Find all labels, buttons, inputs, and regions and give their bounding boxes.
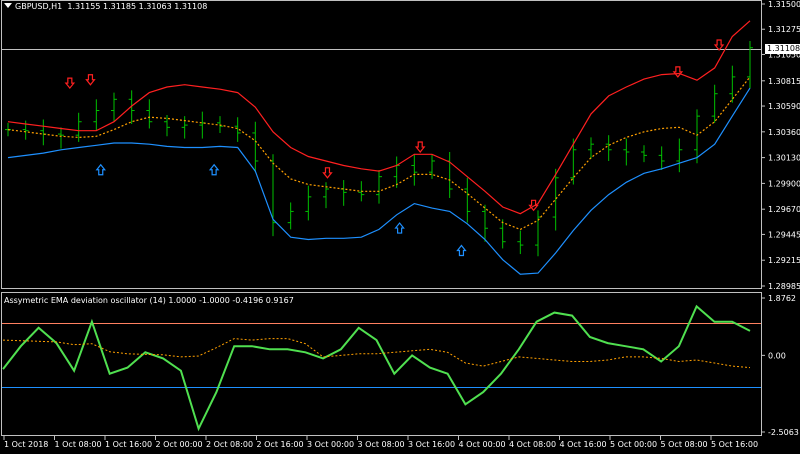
time-tick-label: 3 Oct 00:00 <box>307 440 354 449</box>
price-tick-label: 1.31275 <box>768 25 800 34</box>
current-price-tag: 1.31108 <box>765 44 800 54</box>
time-tick-label: 5 Oct 00:00 <box>610 440 657 449</box>
time-tick-label: 2 Oct 08:00 <box>206 440 253 449</box>
time-tick-label: 1 Oct 2018 <box>4 440 48 449</box>
symbol-header[interactable]: GBPUSD,H1 1.31155 1.31185 1.31063 1.3110… <box>4 2 207 11</box>
price-tick-label: 1.30590 <box>768 102 800 111</box>
time-tick-label: 4 Oct 08:00 <box>509 440 556 449</box>
price-tick-label: 1.28985 <box>768 282 800 291</box>
price-tick-label: 1.29670 <box>768 205 800 214</box>
symbol-name: GBPUSD,H1 <box>15 2 63 11</box>
time-tick-label: 5 Oct 08:00 <box>661 440 708 449</box>
time-tick-label: 4 Oct 00:00 <box>459 440 506 449</box>
price-tick-label: 1.29900 <box>768 179 800 188</box>
osc-tick-label: 0.00 <box>768 351 786 360</box>
ohlc-values: 1.31155 1.31185 1.31063 1.31108 <box>67 2 208 11</box>
dropdown-triangle-icon[interactable] <box>4 3 12 8</box>
time-tick-label: 4 Oct 16:00 <box>560 440 607 449</box>
time-tick-label: 5 Oct 16:00 <box>711 440 758 449</box>
price-tick-label: 1.30130 <box>768 154 800 163</box>
time-tick-label: 2 Oct 16:00 <box>257 440 304 449</box>
price-tick-label: 1.30815 <box>768 77 800 86</box>
price-tick-label: 1.29445 <box>768 230 800 239</box>
time-tick-label: 3 Oct 16:00 <box>408 440 455 449</box>
price-tick-label: 1.30360 <box>768 128 800 137</box>
time-tick-label: 2 Oct 00:00 <box>156 440 203 449</box>
osc-tick-label: -2.5063 <box>768 428 799 437</box>
time-tick-label: 1 Oct 16:00 <box>105 440 152 449</box>
chart-canvas[interactable]: 1.315001.312751.310501.308151.305901.303… <box>0 0 800 454</box>
time-tick-label: 1 Oct 08:00 <box>55 440 102 449</box>
oscillator-title: Assymetric EMA deviation oscillator (14)… <box>4 296 294 305</box>
time-tick-label: 3 Oct 08:00 <box>358 440 405 449</box>
price-tick-label: 1.31500 <box>768 0 800 9</box>
osc-tick-label: 1.8762 <box>768 294 796 303</box>
price-tick-label: 1.29215 <box>768 256 800 265</box>
